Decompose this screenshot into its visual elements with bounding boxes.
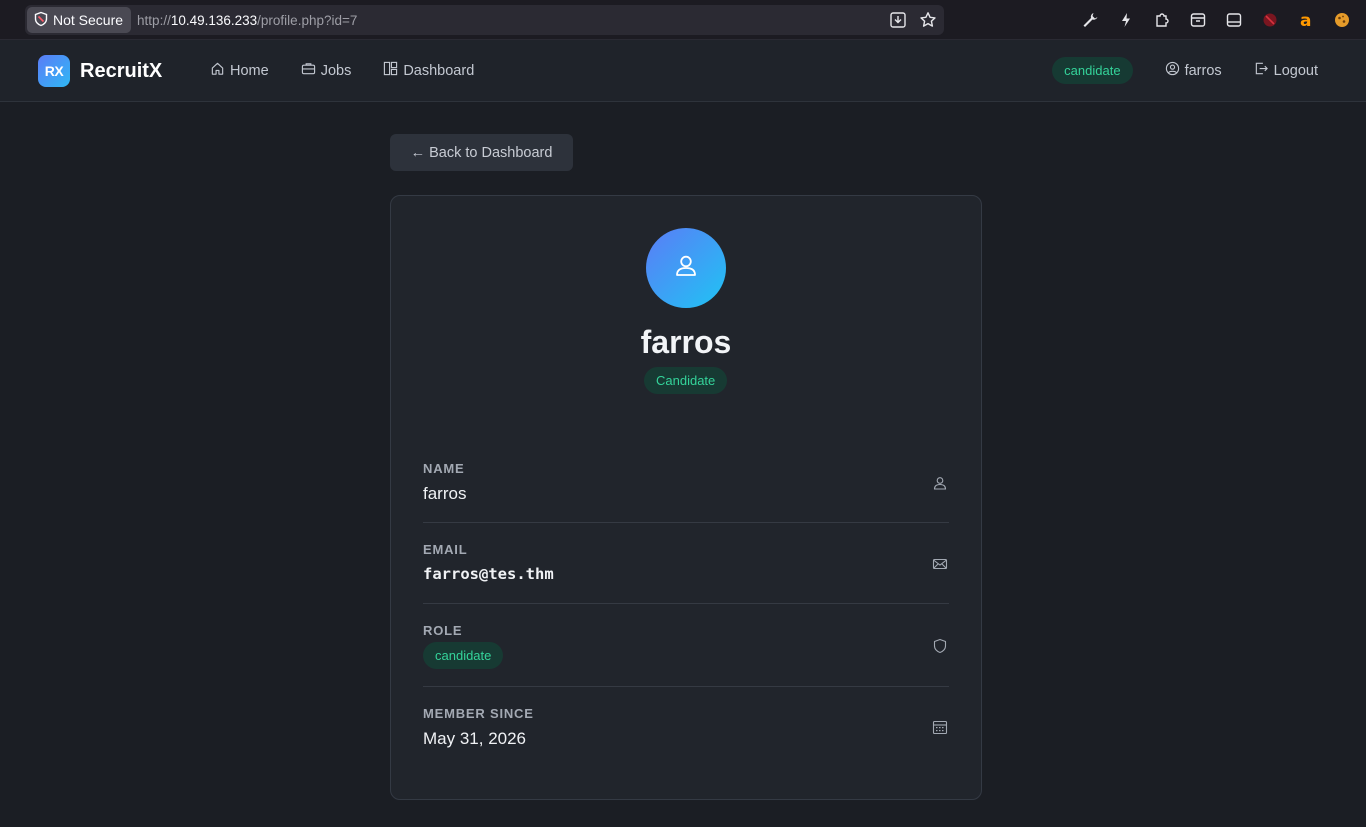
url-text[interactable]: http://10.49.136.233/profile.php?id=7	[137, 13, 357, 28]
field-name: NAME farros	[423, 461, 949, 523]
puzzle-extensions-icon[interactable]	[1152, 10, 1172, 30]
briefcase-icon	[301, 61, 316, 80]
sidebar-toggle-icon[interactable]	[1224, 10, 1244, 30]
profile-name: farros	[640, 324, 732, 360]
amazon-extension-icon[interactable]: a	[1296, 10, 1316, 30]
person-icon	[931, 474, 949, 492]
profile-card: farros Candidate NAME farros EMAIL farro…	[390, 195, 982, 800]
avatar	[646, 228, 726, 308]
browser-toolbar: Not Secure http://10.49.136.233/profile.…	[0, 0, 1366, 40]
nav-user-profile-link[interactable]: farros	[1165, 61, 1222, 80]
download-icon[interactable]	[888, 10, 908, 30]
bookmark-star-icon[interactable]	[918, 10, 938, 30]
field-name-value: farros	[423, 484, 467, 503]
shield-warning-icon	[33, 11, 49, 30]
brand-logo: RX	[38, 55, 70, 87]
field-role: ROLE candidate	[423, 623, 949, 687]
wrench-icon[interactable]	[1080, 10, 1100, 30]
home-icon	[210, 61, 225, 80]
nav-role-badge: candidate	[1052, 57, 1133, 84]
field-member-since-label: MEMBER SINCE	[423, 706, 534, 721]
brand-link[interactable]: RX RecruitX	[38, 55, 162, 87]
nav-link-jobs[interactable]: Jobs	[301, 61, 352, 80]
shield-icon	[931, 637, 949, 655]
profile-role-badge: Candidate	[644, 367, 728, 394]
svg-text:a: a	[1300, 11, 1311, 29]
dashboard-icon	[383, 61, 398, 80]
field-role-label: ROLE	[423, 623, 463, 638]
extension-bolt-icon[interactable]	[1116, 10, 1136, 30]
back-to-dashboard-button[interactable]: ← Back to Dashboard	[390, 134, 573, 171]
url-host: 10.49.136.233	[170, 12, 258, 28]
brand-name: RecruitX	[80, 59, 163, 82]
cookie-extension-icon[interactable]	[1332, 10, 1352, 30]
address-bar[interactable]: Not Secure http://10.49.136.233/profile.…	[25, 5, 944, 35]
user-circle-icon	[1165, 61, 1180, 80]
field-name-label: NAME	[423, 461, 465, 476]
blocker-extension-icon[interactable]	[1260, 10, 1280, 30]
nav-username: farros	[1184, 62, 1222, 79]
url-prefix: http://	[137, 12, 171, 28]
back-to-dashboard-label: ← Back to Dashboard	[410, 144, 553, 161]
site-security-indicator[interactable]: Not Secure	[27, 7, 132, 33]
container-box-icon[interactable]	[1188, 10, 1208, 30]
url-path: /profile.php?id=7	[257, 12, 358, 28]
not-secure-label: Not Secure	[53, 12, 124, 28]
user-icon	[672, 252, 700, 285]
field-member-since-value: May 31, 2026	[423, 729, 527, 748]
field-role-value: candidate	[423, 642, 504, 669]
site-navbar: RX RecruitX Home Jobs Dashboard candidat…	[0, 40, 1366, 102]
nav-link-label: Jobs	[320, 62, 352, 79]
field-email: EMAIL farros@tes.thm	[423, 542, 949, 604]
field-email-value: farros@tes.thm	[423, 565, 554, 583]
nav-link-label: Dashboard	[403, 62, 475, 79]
field-email-label: EMAIL	[423, 542, 468, 557]
calendar-icon	[931, 718, 949, 736]
field-member-since: MEMBER SINCE May 31, 2026	[423, 706, 949, 768]
logout-label: Logout	[1273, 62, 1318, 79]
nav-link-home[interactable]: Home	[210, 61, 269, 80]
nav-link-label: Home	[230, 62, 269, 79]
nav-link-dashboard[interactable]: Dashboard	[383, 61, 474, 80]
envelope-icon	[931, 555, 949, 573]
logout-icon	[1254, 61, 1269, 80]
logout-link[interactable]: Logout	[1254, 61, 1318, 80]
